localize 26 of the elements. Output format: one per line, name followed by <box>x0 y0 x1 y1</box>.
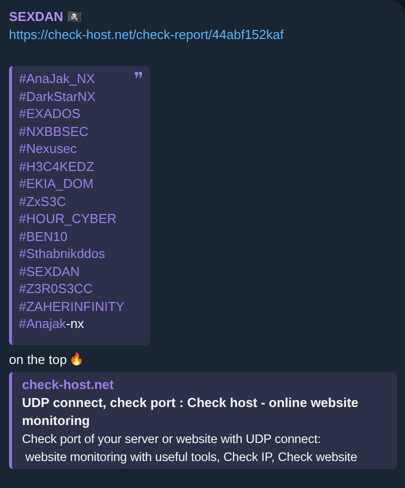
hashtag-link[interactable]: #BEN10 <box>19 228 68 244</box>
hashtag-link[interactable]: #ZAHERINFINITY <box>19 298 124 314</box>
sender-emoji: 🏴‍☠ <box>67 10 82 22</box>
hashtag-link[interactable]: #AnaJak_NX <box>19 71 95 86</box>
hashtag-link[interactable]: #EKIA_DOM <box>19 176 94 191</box>
hashtag-link[interactable]: #SEXDAN <box>19 264 80 278</box>
hashtag-suffix: -nx <box>66 316 84 331</box>
preview-title: UDP connect, check port : Check host - online website monitoring <box>22 394 360 430</box>
hashtag-link[interactable]: #HOUR_CYBER <box>19 211 117 226</box>
preview-description: Check port of your server or website with UDP connect: website monitoring with useful tools, Check IP, Check website <box>22 430 358 466</box>
hashtag-link[interactable]: #Z3R0S3CC <box>19 281 93 296</box>
hashtag-link[interactable]: #Anajak <box>19 316 66 331</box>
preview-site: check-host.net <box>22 376 115 394</box>
fire-emoji: 🔥 <box>68 353 84 365</box>
hashtag-link[interactable]: #EXADOS <box>19 106 80 121</box>
hashtag-link[interactable]: #DarkStarNX <box>19 88 96 104</box>
hashtag-link[interactable]: #Sthabnikddos <box>19 246 106 261</box>
message-text: on the top <box>9 352 67 366</box>
hashtag-link[interactable]: #NXBBSEC <box>19 124 88 138</box>
link-preview[interactable]: check-host.net UDP connect, check port : Check host - online website monitoring Check port of your server or website with UDP connect: website monitoring with useful tools, Check IP, Check website <box>9 372 397 468</box>
hashtag-link[interactable]: #ZxS3C <box>19 194 66 208</box>
quote-icon <box>135 72 142 78</box>
sender-name[interactable]: SEXDAN <box>9 9 64 24</box>
message-link[interactable]: https://check-host.net/check-report/44abf152kaf <box>9 27 284 42</box>
hashtag-link[interactable]: #Nexusec <box>19 141 77 156</box>
hashtag-link[interactable]: #H3C4KEDZ <box>19 158 94 174</box>
